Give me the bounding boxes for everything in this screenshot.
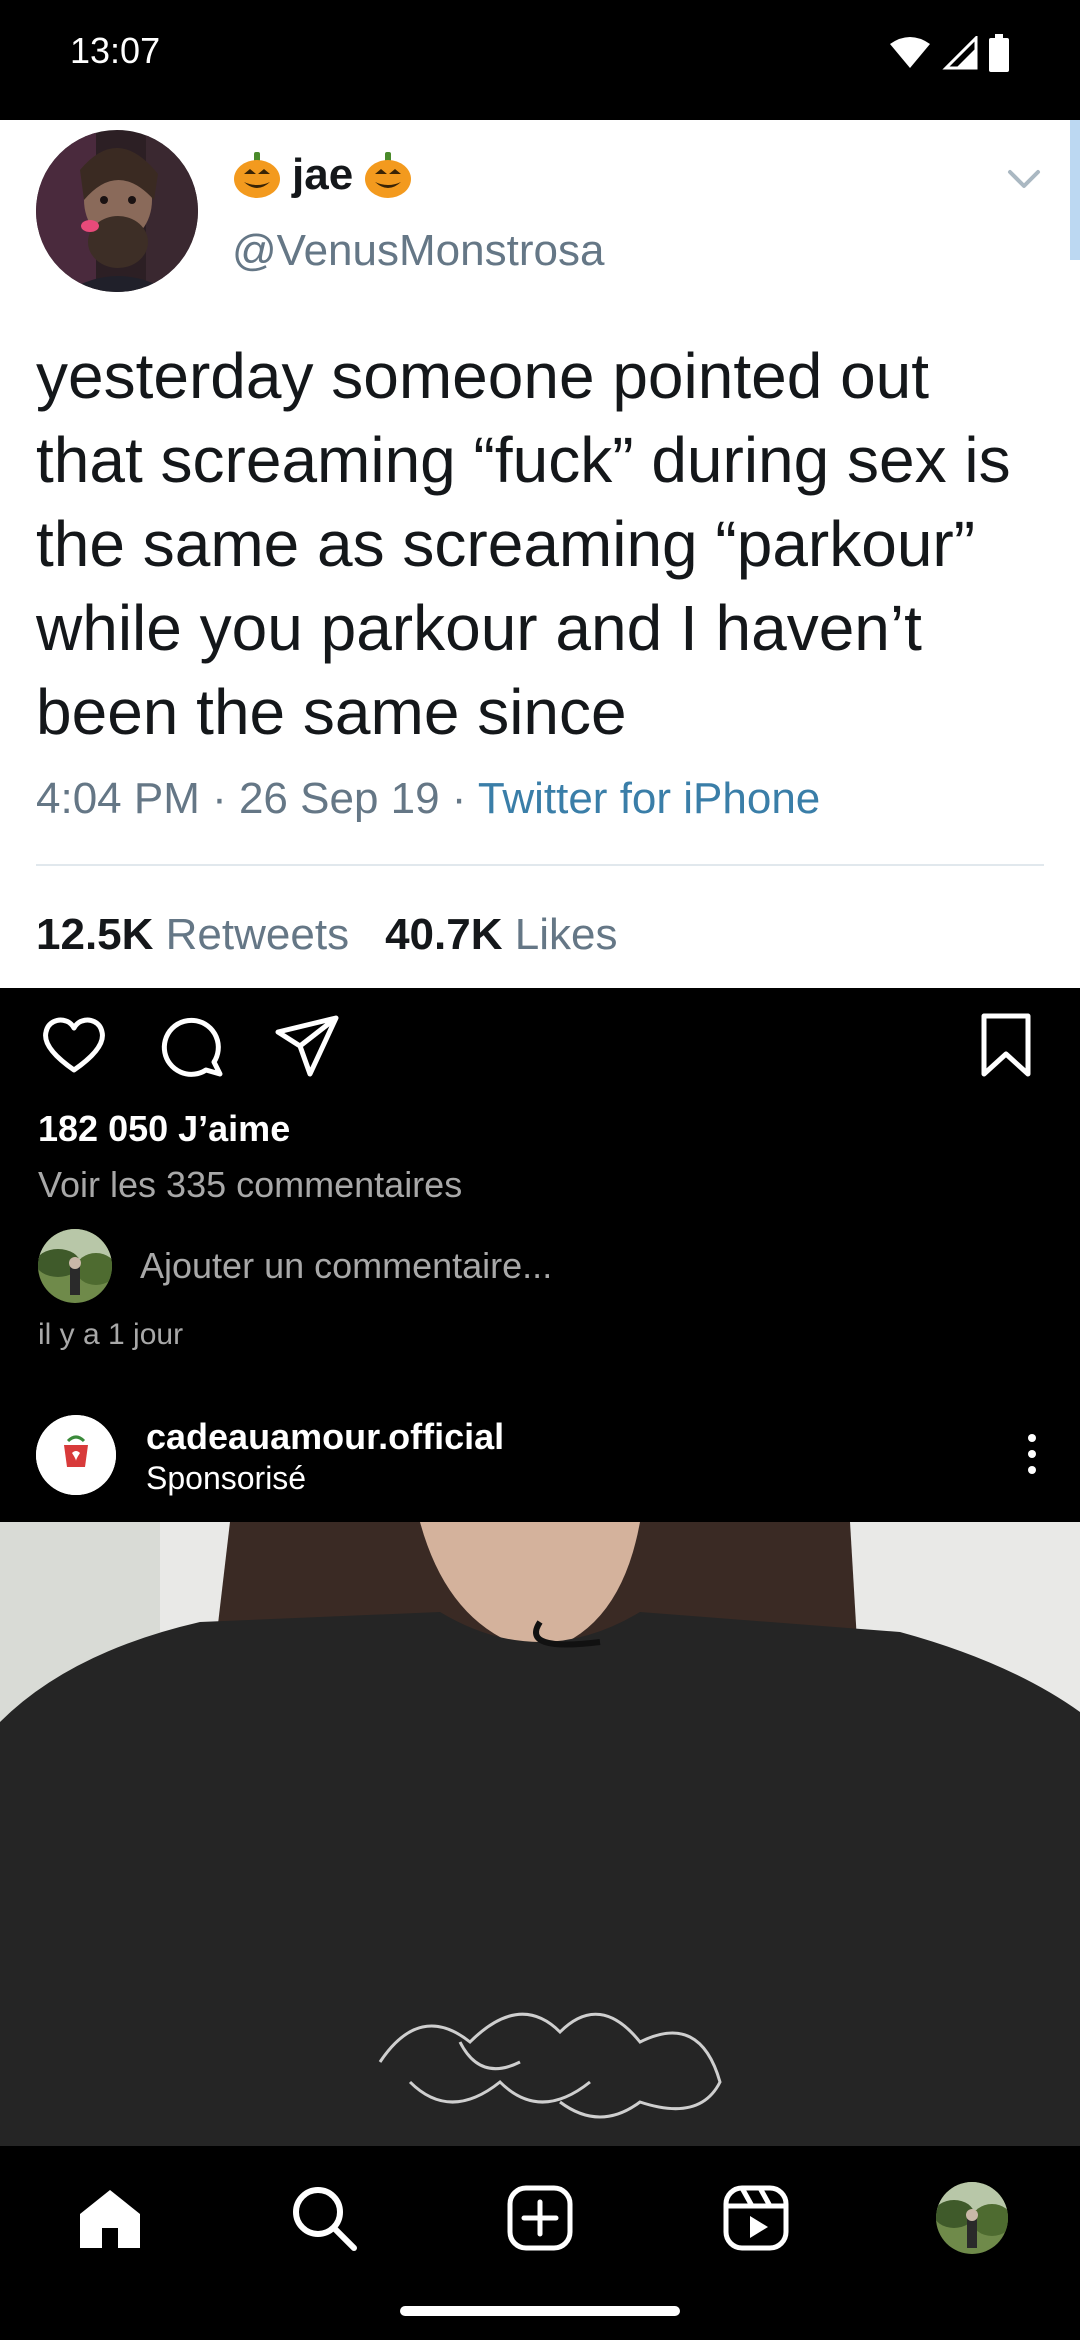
home-indicator[interactable] [400,2306,680,2316]
likes-count[interactable]: 182 050 J’aime [38,1108,290,1150]
reels-icon[interactable] [720,2182,792,2254]
scroll-indicator [1070,120,1080,260]
likes-count: 40.7K [385,910,503,959]
sponsor-account-name[interactable]: cadeauamour.official [146,1416,504,1458]
pumpkin-icon [365,152,412,198]
more-options-icon[interactable] [1014,1430,1050,1478]
new-post-icon[interactable] [504,2182,576,2254]
profile-avatar[interactable] [936,2182,1008,2254]
likes-label: Likes [514,910,618,959]
tweet-card: jae @VenusMonstrosa yesterday someone po… [0,120,1080,988]
tweet-name-text: jae [292,150,354,199]
post-time: il y a 1 jour [38,1318,184,1351]
chevron-down-icon [1008,170,1040,188]
post-action-bar [0,1010,1080,1090]
bookmark-icon[interactable] [970,1010,1042,1082]
avatar [38,1229,112,1303]
battery-icon [989,34,1009,72]
add-comment-row[interactable]: Ajouter un commentaire... [38,1228,552,1304]
sponsor-avatar[interactable] [36,1415,116,1495]
retweets-label: Retweets [165,910,350,959]
divider [36,864,1044,866]
comment-input[interactable]: Ajouter un commentaire... [140,1245,552,1287]
home-icon[interactable] [74,2182,146,2254]
wifi-icon [890,37,930,68]
tweet-meta: 4:04 PM · 26 Sep 19 · Twitter for iPhone [36,774,820,824]
status-icons [888,34,1010,72]
share-icon[interactable] [272,1010,344,1082]
post-image[interactable] [0,1522,1080,2146]
tweet-handle: @VenusMonstrosa [232,226,605,275]
retweets-count: 12.5K [36,910,154,959]
signal-icon [942,36,978,70]
tweet-avatar [36,130,198,292]
status-bar: 13:07 [0,0,1080,110]
tweet-text: yesterday someone pointed out that screa… [36,340,1011,748]
heart-icon[interactable] [38,1010,110,1082]
status-time: 13:07 [70,30,161,71]
pumpkin-icon [234,152,280,198]
comment-icon[interactable] [156,1010,228,1082]
tweet-timestamp: 4:04 PM · 26 Sep 19 · [36,774,478,823]
tweet-display-name: jae [232,150,413,200]
view-comments-link[interactable]: Voir les 335 commentaires [38,1164,462,1206]
search-icon[interactable] [288,2182,360,2254]
tweet-source: Twitter for iPhone [477,774,821,823]
sponsored-label: Sponsorisé [146,1460,307,1496]
tweet-stats: 12.5K Retweets 40.7K Likes [36,910,617,960]
